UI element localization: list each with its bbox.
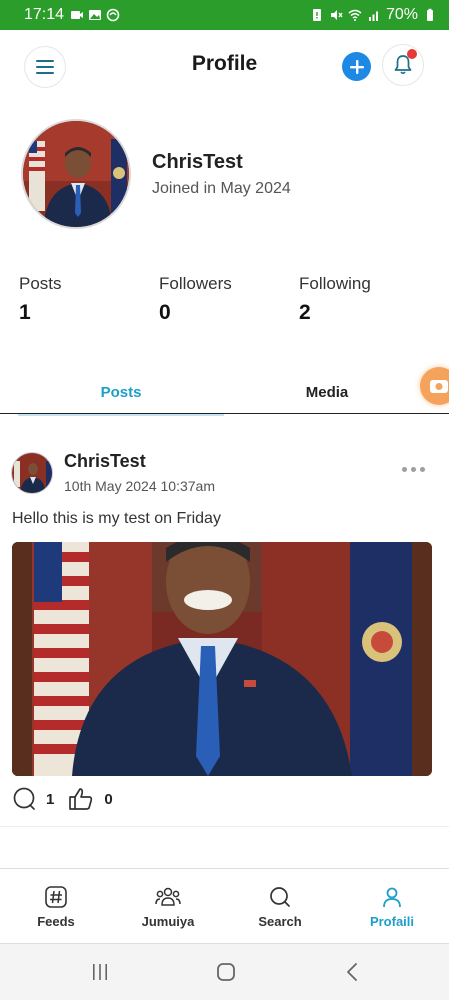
recent-apps-icon (93, 964, 107, 980)
notification-badge (407, 49, 417, 59)
sync-icon (106, 8, 120, 22)
post-author[interactable]: ChrisTest (64, 451, 146, 472)
nav-label: Feeds (37, 914, 75, 929)
nav-label: Search (258, 914, 302, 929)
post-image[interactable] (12, 542, 432, 776)
status-system-icons: 70% (310, 6, 437, 24)
status-notification-icons (70, 8, 120, 22)
post-author-avatar[interactable] (11, 452, 53, 494)
post-card: ChrisTest 10th May 2024 10:37am Hello th… (0, 432, 449, 827)
nav-label: Profaili (369, 914, 415, 929)
plus-icon (349, 59, 364, 74)
stat-posts[interactable]: Posts 1 (19, 274, 62, 325)
battery-icon (427, 8, 433, 21)
tab-media[interactable]: Media (224, 370, 430, 414)
profile-avatar[interactable] (21, 119, 131, 229)
author-photo (12, 453, 52, 493)
video-icon (71, 11, 84, 19)
home-icon (217, 963, 235, 981)
more-options-button[interactable] (402, 462, 432, 476)
like-count: 0 (104, 790, 113, 808)
nav-feeds[interactable]: Feeds (0, 869, 112, 945)
app-header: Profile (0, 30, 449, 102)
post-text: Hello this is my test on Friday (12, 510, 221, 527)
group-icon (155, 887, 181, 906)
person-icon (383, 887, 401, 908)
stat-value: 2 (299, 301, 311, 324)
sim-alert-icon (312, 9, 321, 21)
back-button[interactable] (332, 956, 372, 988)
stat-following[interactable]: Following 2 (299, 274, 371, 325)
system-navigation-bar (0, 944, 449, 1000)
profile-stats: Posts 1 Followers 0 Following 2 (0, 274, 449, 334)
stat-value: 0 (159, 301, 171, 324)
comment-icon[interactable] (12, 787, 36, 811)
notifications-button[interactable] (382, 44, 424, 86)
mute-icon (330, 10, 343, 20)
post-actions: 1 0 (12, 786, 127, 812)
stat-label: Posts (19, 274, 62, 293)
recent-apps-button[interactable] (80, 956, 120, 988)
bottom-navigation: Feeds Jumuiya Search Profaili (0, 868, 449, 944)
nav-jumuiya[interactable]: Jumuiya (112, 869, 224, 945)
home-button[interactable] (206, 956, 246, 988)
dot-icon (411, 466, 416, 472)
profile-photo (23, 121, 129, 227)
nav-label: Jumuiya (141, 914, 195, 929)
like-icon[interactable] (68, 787, 94, 811)
camera-icon (430, 380, 448, 393)
search-icon (270, 887, 290, 907)
dot-icon (420, 466, 425, 472)
joined-date: Joined in May 2024 (152, 180, 291, 197)
stat-followers[interactable]: Followers 0 (159, 274, 232, 325)
comment-count: 1 (46, 790, 55, 808)
status-time: 17:14 (24, 6, 65, 23)
gallery-icon (89, 10, 102, 20)
nav-profaili[interactable]: Profaili (336, 869, 448, 945)
add-button[interactable] (342, 52, 371, 81)
profile-name: ChrisTest (152, 151, 243, 173)
stat-label: Following (299, 274, 371, 293)
profile-tabs: Posts Media (0, 370, 449, 416)
stat-value: 1 (19, 301, 31, 324)
dot-icon (402, 466, 407, 472)
wifi-icon (348, 9, 362, 21)
tab-posts[interactable]: Posts (18, 370, 224, 416)
post-photo (12, 542, 432, 776)
nav-search[interactable]: Search (224, 869, 336, 945)
battery-percent: 70% (385, 6, 418, 23)
hashtag-icon (45, 886, 67, 908)
profile-screen: 17:14 70% Profile ChrisTest Joined in Ma… (0, 0, 449, 1000)
stat-label: Followers (159, 274, 232, 293)
status-bar: 17:14 70% (0, 0, 449, 30)
back-icon (347, 963, 357, 981)
signal-icon (368, 11, 378, 21)
post-timestamp: 10th May 2024 10:37am (64, 478, 215, 494)
